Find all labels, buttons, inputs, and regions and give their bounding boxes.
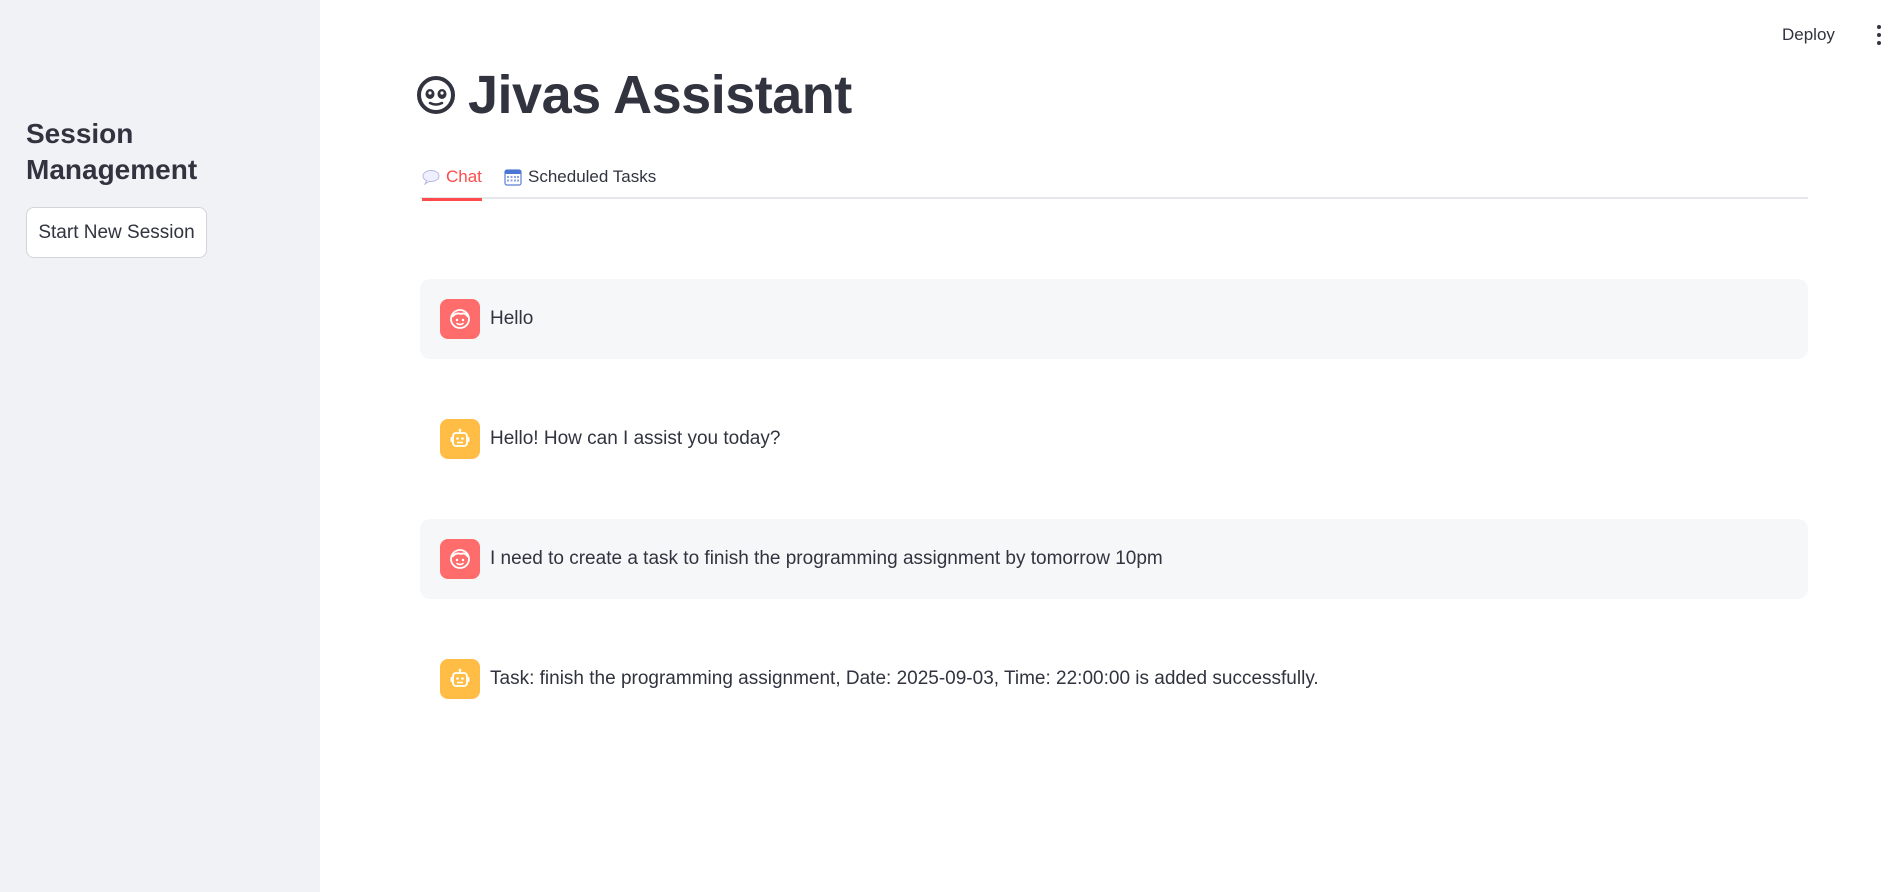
- message-text: Hello: [490, 308, 534, 329]
- message-text: Hello! How can I assist you today?: [490, 428, 781, 449]
- page-title-row: Jivas Assistant: [416, 60, 852, 130]
- chat-message-user: I need to create a task to finish the pr…: [420, 519, 1808, 599]
- robot-icon: [450, 668, 470, 687]
- tab-scheduled-tasks[interactable]: Scheduled Tasks: [504, 155, 656, 199]
- user-avatar: [440, 299, 480, 339]
- message-text: Task: finish the programming assignment,…: [490, 668, 1319, 689]
- chat-message-assistant: Task: finish the programming assignment,…: [420, 639, 1808, 719]
- tab-bar: Chat Scheduled Tasks: [420, 155, 1808, 201]
- robot-icon: [450, 428, 470, 447]
- speech-bubble-icon: [422, 170, 440, 185]
- kebab-menu-icon: [1877, 25, 1881, 29]
- assistant-avatar: [440, 419, 480, 459]
- main-menu-button[interactable]: [1872, 22, 1886, 48]
- page-title: Jivas Assistant: [468, 65, 852, 125]
- alien-face-icon: [417, 76, 455, 114]
- start-new-session-button[interactable]: Start New Session: [26, 207, 207, 258]
- tab-chat-label: Chat: [446, 167, 482, 186]
- sidebar-title: Session Management: [26, 118, 198, 185]
- user-face-icon: [450, 549, 470, 569]
- tab-chat[interactable]: Chat: [422, 155, 482, 201]
- assistant-avatar: [440, 659, 480, 699]
- deploy-button[interactable]: Deploy: [1782, 22, 1835, 48]
- user-avatar: [440, 539, 480, 579]
- message-text: I need to create a task to finish the pr…: [490, 548, 1163, 569]
- chat-message-assistant: Hello! How can I assist you today?: [420, 399, 1808, 479]
- sidebar: Session Management Start New Session: [0, 0, 320, 892]
- calendar-icon: [504, 169, 522, 186]
- user-face-icon: [450, 309, 470, 329]
- chat-message-user: Hello: [420, 279, 1808, 359]
- tab-scheduled-tasks-label: Scheduled Tasks: [528, 167, 657, 186]
